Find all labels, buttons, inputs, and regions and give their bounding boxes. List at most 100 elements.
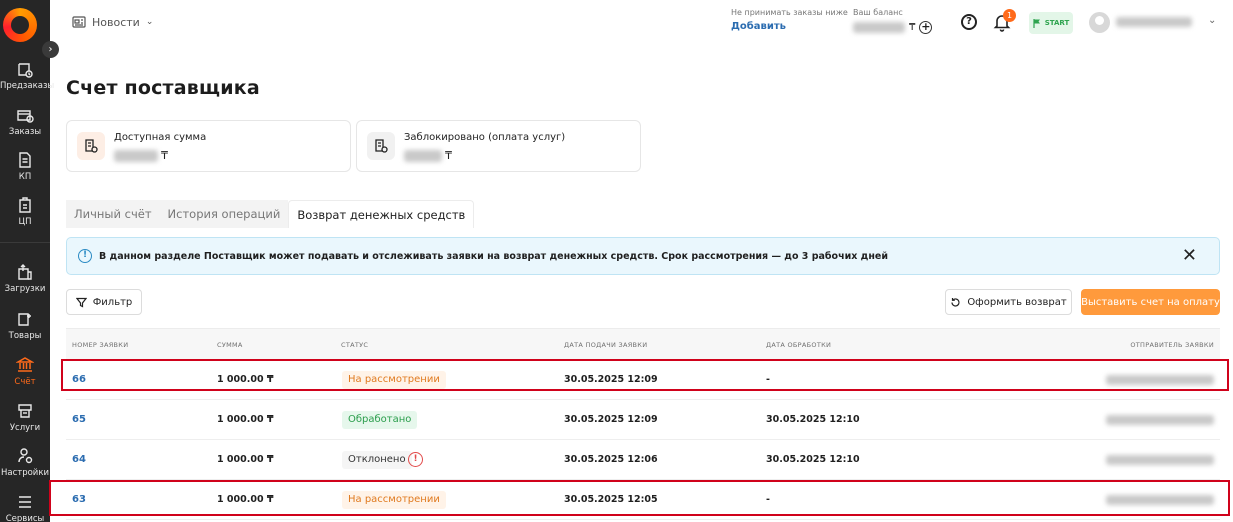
column-header-status: СТАТУС: [341, 341, 369, 349]
processed-date-cell: 30.05.2025 12:10: [766, 414, 860, 425]
amount-cell: 1 000.00 ₸: [217, 374, 274, 385]
products-icon: [18, 313, 31, 326]
status-badge: На рассмотрении: [342, 371, 446, 389]
news-icon: [72, 16, 86, 28]
table-header: НОМЕР ЗАЯВКИ СУММА СТАТУС ДАТА ПОДАЧИ ЗА…: [66, 328, 1220, 360]
sidebar-item-label: Товары: [8, 331, 42, 341]
sidebar-item-kp[interactable]: КП: [0, 151, 50, 182]
settings-icon: [18, 448, 33, 464]
column-header-number: НОМЕР ЗАЯВКИ: [72, 341, 129, 349]
chevron-down-icon[interactable]: ⌄: [1208, 15, 1216, 26]
menu-icon: [19, 496, 31, 508]
sidebar-item-preorders[interactable]: Предзаказы: [0, 60, 55, 91]
sidebar-item-label: Загрузки: [4, 284, 46, 294]
request-number-link[interactable]: 66: [72, 374, 86, 385]
info-banner: ! В данном разделе Поставщик может подав…: [66, 237, 1220, 275]
status-badge: Обработано: [342, 411, 418, 429]
sender-hidden: [1106, 455, 1214, 465]
plan-badge[interactable]: START: [1029, 12, 1073, 34]
table-row[interactable]: 65 1 000.00 ₸ Обработано 30.05.2025 12:0…: [66, 400, 1220, 440]
flag-icon: [1033, 18, 1040, 28]
wallet-icon: [77, 132, 105, 160]
filter-icon: [75, 297, 87, 307]
sidebar-item-label: Настройки: [0, 468, 49, 478]
sidebar-item-orders[interactable]: Заказы: [0, 106, 50, 137]
account-tabs: Личный счёт История операций Возврат ден…: [66, 200, 475, 228]
user-name-hidden[interactable]: [1116, 17, 1192, 27]
table-row[interactable]: 66 1 000.00 ₸ На рассмотрении 30.05.2025…: [66, 360, 1220, 400]
avatar[interactable]: [1089, 12, 1110, 33]
blocked-amount-hidden: [404, 149, 442, 162]
upload-icon: [18, 264, 32, 280]
sidebar-item-account[interactable]: Счёт: [0, 356, 50, 387]
column-header-processed-date: ДАТА ОБРАБОТКИ: [766, 341, 832, 349]
sidebar-item-label: ЦП: [18, 217, 32, 227]
request-number-link[interactable]: 65: [72, 414, 86, 425]
order-limit-add-link[interactable]: Добавить: [731, 21, 848, 32]
status-badge: Отклонено: [342, 451, 412, 469]
blocked-amount-card: Заблокировано (оплата услуг) ₸: [356, 120, 641, 172]
tab-personal-account[interactable]: Личный счёт: [66, 200, 160, 228]
column-header-amount: СУММА: [217, 341, 243, 349]
create-refund-label: Оформить возврат: [967, 296, 1067, 308]
processed-date-cell: -: [766, 374, 770, 385]
bank-icon: [16, 357, 34, 372]
sidebar-item-products[interactable]: Товары: [0, 310, 50, 341]
sender-hidden: [1106, 495, 1214, 505]
filter-button[interactable]: Фильтр: [66, 289, 142, 315]
preorder-icon: [18, 63, 33, 78]
request-number-link[interactable]: 63: [72, 494, 86, 505]
services-icon: [18, 404, 32, 418]
sidebar-collapse-button[interactable]: ›: [42, 41, 59, 58]
order-limit-label: Не принимать заказы ниже: [731, 8, 848, 17]
sidebar-item-label: Предзаказы: [0, 81, 55, 91]
tab-refunds[interactable]: Возврат денежных средств: [288, 200, 475, 228]
sidebar-item-label: Услуги: [9, 423, 41, 433]
news-label: Новости: [92, 15, 140, 29]
document-icon: [19, 152, 31, 168]
help-icon[interactable]: ?: [961, 14, 977, 30]
amount-cell: 1 000.00 ₸: [217, 494, 274, 505]
column-header-submitted-date: ДАТА ПОДАЧИ ЗАЯВКИ: [564, 341, 648, 349]
available-amount-hidden: [114, 149, 158, 162]
tab-operations-history[interactable]: История операций: [159, 200, 289, 228]
sidebar-item-settings[interactable]: Настройки: [0, 447, 50, 478]
available-amount-card: Доступная сумма ₸: [66, 120, 351, 172]
request-number-link[interactable]: 64: [72, 454, 86, 465]
order-limit: Не принимать заказы ниже Добавить: [731, 8, 848, 32]
blocked-wallet-icon: [367, 132, 395, 160]
balance-value-hidden: [853, 22, 905, 33]
issue-invoice-button[interactable]: Выставить счет на оплату: [1081, 289, 1220, 315]
sidebar-item-services[interactable]: Услуги: [0, 402, 50, 433]
info-text: В данном разделе Поставщик может подават…: [99, 251, 889, 262]
orders-icon: [17, 110, 34, 123]
table-row[interactable]: 63 1 000.00 ₸ На рассмотрении 30.05.2025…: [66, 480, 1220, 520]
balance-block: Ваш баланс ₸ +: [853, 8, 933, 34]
plan-label: START: [1044, 19, 1070, 27]
submitted-date-cell: 30.05.2025 12:09: [564, 374, 658, 385]
page-title: Счет поставщика: [66, 77, 260, 99]
sender-hidden: [1106, 375, 1214, 385]
sidebar-item-uploads[interactable]: Загрузки: [0, 263, 50, 294]
table-row[interactable]: 64 1 000.00 ₸ Отклонено ! 30.05.2025 12:…: [66, 440, 1220, 480]
currency: ₸: [161, 149, 168, 162]
sidebar-item-label: Сервисы: [5, 514, 45, 522]
rejection-reason-icon[interactable]: !: [408, 452, 423, 467]
submitted-date-cell: 30.05.2025 12:09: [564, 414, 658, 425]
filter-label: Фильтр: [92, 296, 133, 308]
create-refund-button[interactable]: Оформить возврат: [945, 289, 1072, 315]
news-dropdown[interactable]: Новости ⌄: [72, 15, 153, 29]
info-icon: !: [78, 249, 92, 263]
amount-cell: 1 000.00 ₸: [217, 414, 274, 425]
top-up-plus-icon[interactable]: +: [919, 21, 933, 34]
sidebar-item-cp[interactable]: ЦП: [0, 196, 50, 227]
logo[interactable]: [3, 8, 37, 42]
sidebar-item-more-services[interactable]: Сервисы: [0, 493, 50, 522]
refunds-table: НОМЕР ЗАЯВКИ СУММА СТАТУС ДАТА ПОДАЧИ ЗА…: [66, 328, 1220, 520]
sidebar-item-label: Заказы: [8, 127, 42, 137]
currency: ₸: [445, 149, 452, 162]
app-root: › Предзаказы Заказы КП ЦП Загрузки Товар…: [0, 0, 1233, 522]
sidebar-item-label: Счёт: [14, 377, 36, 387]
close-icon[interactable]: ✕: [1182, 247, 1197, 265]
balance-label: Ваш баланс: [853, 8, 903, 17]
